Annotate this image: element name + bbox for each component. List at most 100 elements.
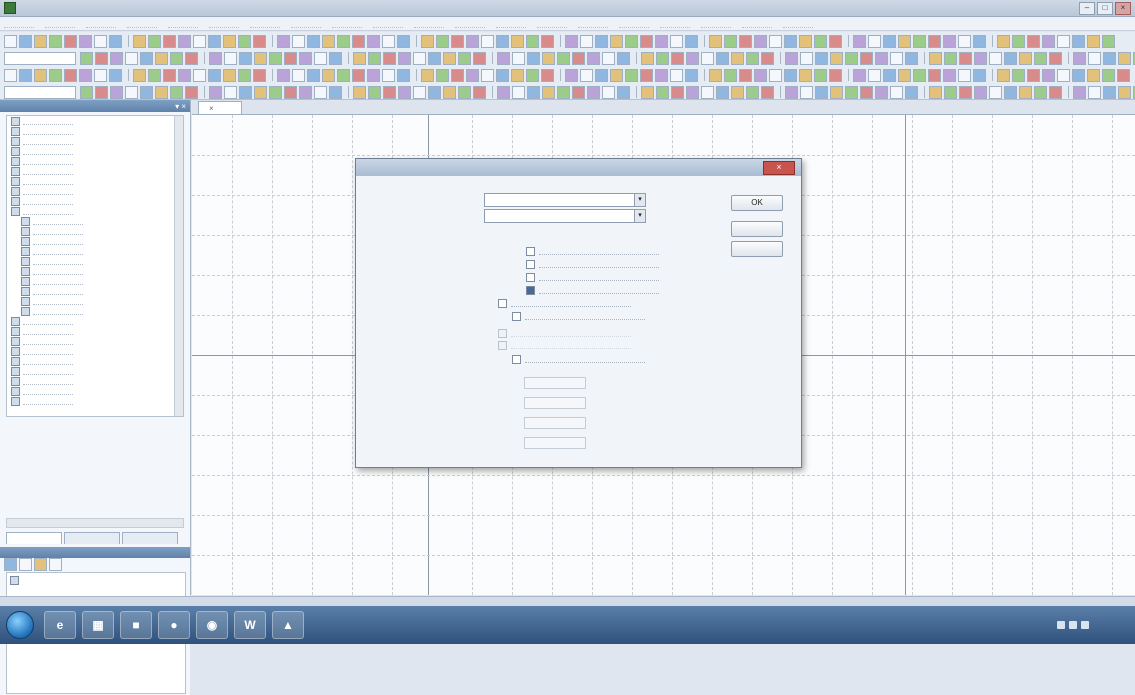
minimize-icon[interactable]: –	[1079, 1, 1095, 15]
toolbar-button-icon[interactable]	[875, 85, 888, 99]
toolbar-button-icon[interactable]	[860, 85, 873, 99]
field-select[interactable]: ▾	[484, 193, 646, 207]
toolbar-button-icon[interactable]	[527, 51, 540, 65]
checkbox-row[interactable]	[512, 312, 645, 321]
toolbar-button-icon[interactable]	[170, 85, 183, 99]
browser-icon[interactable]: e	[44, 611, 76, 639]
toolbar-button-icon[interactable]	[944, 85, 957, 99]
tree-item[interactable]	[7, 137, 183, 146]
toolbar-button-icon[interactable]	[436, 68, 449, 82]
toolbar-button-icon[interactable]	[383, 85, 396, 99]
toolbar-button-icon[interactable]	[398, 51, 411, 65]
checkbox-row[interactable]	[498, 299, 631, 308]
toolbar-button-icon[interactable]	[701, 85, 714, 99]
toolbar-button-icon[interactable]	[958, 34, 971, 48]
toolbar-combo[interactable]	[4, 51, 76, 65]
toolbar-button-icon[interactable]	[617, 51, 630, 65]
toolbar-button-icon[interactable]	[413, 85, 426, 99]
toolbar-button-icon[interactable]	[163, 34, 176, 48]
toolbar-button-icon[interactable]	[845, 51, 858, 65]
toolbar-button-icon[interactable]	[860, 51, 873, 65]
toolbar-button-icon[interactable]	[580, 34, 593, 48]
toolbar-button-icon[interactable]	[997, 68, 1010, 82]
toolbar-button-icon[interactable]	[731, 85, 744, 99]
toolbar-button-icon[interactable]	[34, 68, 47, 82]
menu-item[interactable]	[373, 19, 403, 28]
toolbar-button-icon[interactable]	[353, 85, 366, 99]
toolbar-button-icon[interactable]	[269, 51, 282, 65]
toolbar-button-icon[interactable]	[277, 34, 290, 48]
toolbar-button-icon[interactable]	[451, 34, 464, 48]
toolbar-button-icon[interactable]	[799, 34, 812, 48]
field-input[interactable]	[524, 417, 586, 429]
menu-item[interactable]	[783, 19, 813, 28]
toolbar-button-icon[interactable]	[883, 68, 896, 82]
toolbar-button-icon[interactable]	[352, 68, 365, 82]
toolbar-button-icon[interactable]	[1117, 68, 1130, 82]
menu-item[interactable]	[45, 19, 75, 28]
toolbar-button-icon[interactable]	[223, 68, 236, 82]
maximize-icon[interactable]: □	[1097, 1, 1113, 15]
settings-icon[interactable]	[49, 557, 62, 571]
toolbar-button-icon[interactable]	[815, 51, 828, 65]
filter-icon[interactable]	[19, 557, 32, 571]
menu-item[interactable]	[86, 19, 116, 28]
toolbar-button-icon[interactable]	[587, 51, 600, 65]
toolbar-button-icon[interactable]	[110, 51, 123, 65]
toolbar-button-icon[interactable]	[352, 34, 365, 48]
toolbar-button-icon[interactable]	[686, 85, 699, 99]
toolbar-button-icon[interactable]	[784, 68, 797, 82]
toolbar-button-icon[interactable]	[322, 68, 335, 82]
toolbar-button-icon[interactable]	[929, 85, 942, 99]
tree-horizontal-scrollbar[interactable]	[6, 518, 184, 528]
toolbar-button-icon[interactable]	[565, 34, 578, 48]
menu-item[interactable]	[742, 19, 772, 28]
tree-item[interactable]	[7, 157, 183, 166]
menu-item[interactable]	[414, 19, 444, 28]
app-icon[interactable]: ■	[120, 611, 152, 639]
word-icon[interactable]: W	[234, 611, 266, 639]
menu-item[interactable]	[496, 19, 526, 28]
chevron-down-icon[interactable]: ▾	[634, 194, 645, 206]
toolbar-button-icon[interactable]	[640, 68, 653, 82]
toolbar-button-icon[interactable]	[277, 68, 290, 82]
toolbar-button-icon[interactable]	[1073, 85, 1086, 99]
toolbar-button-icon[interactable]	[958, 68, 971, 82]
toolbar-button-icon[interactable]	[1004, 85, 1017, 99]
toolbar-button-icon[interactable]	[458, 51, 471, 65]
toolbar-button-icon[interactable]	[799, 68, 812, 82]
toolbar-button-icon[interactable]	[1057, 34, 1070, 48]
toolbar-button-icon[interactable]	[944, 51, 957, 65]
toolbar-button-icon[interactable]	[943, 34, 956, 48]
toolbar-button-icon[interactable]	[368, 51, 381, 65]
toolbar-button-icon[interactable]	[709, 68, 722, 82]
toolbar-button-icon[interactable]	[602, 51, 615, 65]
toolbar-button-icon[interactable]	[572, 51, 585, 65]
toolbar-button-icon[interactable]	[253, 68, 266, 82]
toolbar-button-icon[interactable]	[512, 51, 525, 65]
tree-item[interactable]	[7, 367, 183, 376]
panel-tab[interactable]	[64, 532, 120, 544]
checkbox-row[interactable]	[526, 247, 659, 256]
toolbar-button-icon[interactable]	[497, 85, 510, 99]
toolbar-button-icon[interactable]	[49, 68, 62, 82]
toolbar-button-icon[interactable]	[1102, 34, 1115, 48]
toolbar-button-icon[interactable]	[209, 51, 222, 65]
toolbar-button-icon[interactable]	[224, 85, 237, 99]
menu-item[interactable]	[578, 19, 608, 28]
toolbar-button-icon[interactable]	[496, 34, 509, 48]
toolbar-button-icon[interactable]	[701, 51, 714, 65]
panel-tab[interactable]	[122, 532, 178, 544]
toolbar-button-icon[interactable]	[224, 51, 237, 65]
close-icon[interactable]: ×	[209, 104, 214, 113]
checkbox[interactable]	[526, 260, 535, 269]
toolbar-button-icon[interactable]	[670, 34, 683, 48]
toolbar-button-icon[interactable]	[155, 51, 168, 65]
tree-item[interactable]	[7, 217, 183, 226]
toolbar-button-icon[interactable]	[800, 85, 813, 99]
toolbar-button-icon[interactable]	[1027, 34, 1040, 48]
toolbar-button-icon[interactable]	[382, 34, 395, 48]
checkbox[interactable]	[526, 247, 535, 256]
toolbar-button-icon[interactable]	[34, 34, 47, 48]
toolbar-button-icon[interactable]	[641, 85, 654, 99]
